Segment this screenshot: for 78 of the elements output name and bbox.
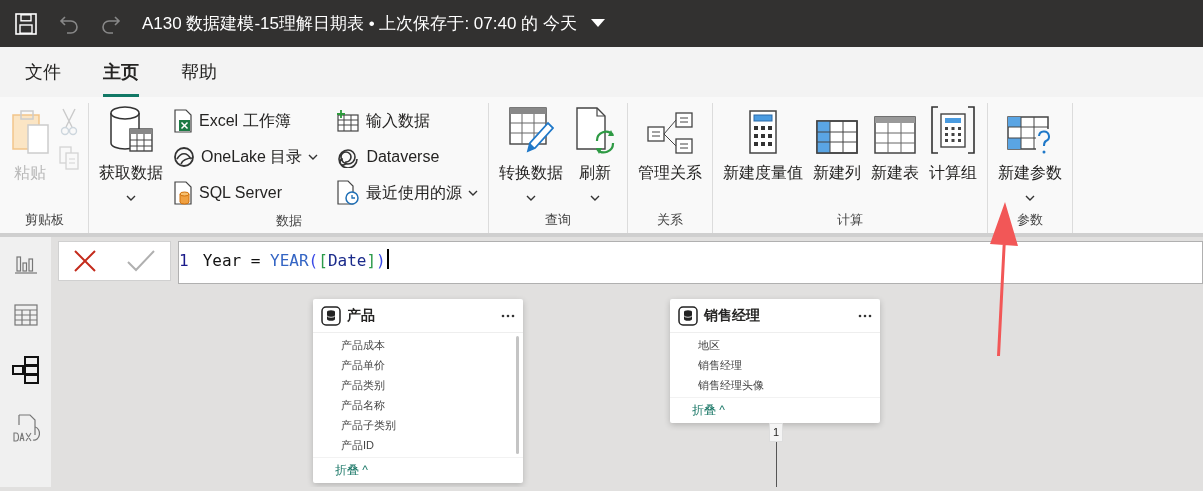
table-card[interactable]: 销售经理 地区 销售经理 销售经理头像 折叠 ^ <box>670 299 880 423</box>
group-label: 查询 <box>544 210 573 229</box>
menu-tab[interactable]: 文件 <box>25 59 61 97</box>
cardinality-label: 1 <box>769 423 784 442</box>
formula-input[interactable]: 1 Year = YEAR([Date]) <box>178 241 1203 284</box>
ribbon-button[interactable]: OneLake 目录 <box>171 139 321 175</box>
group-label: 计算 <box>836 210 865 229</box>
group-label: 剪贴板 <box>23 210 65 229</box>
more-icon[interactable] <box>858 313 872 318</box>
field-name[interactable]: 产品成本 <box>313 335 523 355</box>
table-icon[interactable] <box>12 303 39 327</box>
relationship-icon <box>646 111 695 155</box>
chevron-down-icon <box>526 195 537 201</box>
table-icon <box>678 305 698 326</box>
ribbon-button[interactable]: 新建表 <box>869 103 922 187</box>
database-icon <box>108 105 154 155</box>
group-label: 关系 <box>656 210 685 229</box>
dropdown-icon[interactable] <box>590 19 605 28</box>
save-icon[interactable] <box>14 11 38 36</box>
chevron-down-icon <box>468 190 479 196</box>
collapse-link[interactable]: 折叠 ^ <box>692 403 725 417</box>
ribbon-button[interactable]: 转换数据 <box>497 103 566 203</box>
lake-icon <box>173 146 195 168</box>
chevron-down-icon <box>1025 195 1036 201</box>
copy-icon <box>58 145 80 171</box>
group-label: 数据 <box>274 212 303 230</box>
model-icon[interactable] <box>10 355 41 385</box>
table-icon <box>321 305 341 326</box>
check-icon[interactable] <box>125 249 156 273</box>
more-icon[interactable] <box>501 313 515 318</box>
table-card[interactable]: 产品 产品成本 产品单价 产品类别 产品名称 产品子类别 产品ID 折叠 ^ <box>313 299 523 483</box>
scroll-bar[interactable] <box>516 336 519 454</box>
clipboard-icon <box>10 107 50 155</box>
ribbon-button[interactable]: 计算组 <box>927 103 980 187</box>
field-name[interactable]: 地区 <box>670 335 880 355</box>
formula-text: Year = YEAR([Date]) <box>202 250 386 272</box>
field-name[interactable]: 产品名称 <box>313 395 523 415</box>
table-name: 销售经理 <box>704 306 761 325</box>
new-column-icon <box>815 119 860 155</box>
ribbon-button[interactable]: 新建度量值 <box>721 103 806 187</box>
ribbon-button[interactable]: Dataverse <box>334 139 481 175</box>
chevron-down-icon <box>308 154 319 160</box>
ribbon-button[interactable]: 刷新 <box>571 103 620 203</box>
chevron-down-icon <box>126 195 136 201</box>
chevron-down-icon <box>590 195 601 201</box>
text-cursor <box>386 249 389 269</box>
field-name[interactable]: 销售经理 <box>670 355 880 375</box>
line-number: 1 <box>179 250 189 272</box>
ribbon-button[interactable]: 获取数据 <box>97 103 165 203</box>
excel-file-icon <box>173 109 193 133</box>
ribbon-button[interactable]: 最近使用的源 <box>334 175 481 211</box>
add-table-icon <box>336 110 361 132</box>
document-title: A130 数据建模-15理解日期表 • 上次保存于: 07:40 的 今天 <box>142 12 577 35</box>
swirl-icon <box>336 146 361 168</box>
recent-file-icon <box>336 180 361 206</box>
ribbon-button[interactable]: 新建参数 <box>996 103 1065 203</box>
menu-tab[interactable]: 帮助 <box>181 59 217 97</box>
ribbon-button[interactable]: 管理关系 <box>636 103 705 187</box>
ribbon-button[interactable]: 输入数据 <box>334 103 481 139</box>
table-icon <box>873 115 918 155</box>
table-edit-icon <box>508 105 555 155</box>
ribbon-button[interactable]: Excel 工作簿 <box>171 103 321 139</box>
close-icon[interactable] <box>73 249 98 273</box>
scissors-icon <box>59 107 79 137</box>
group-label: 参数 <box>1016 210 1045 229</box>
bracketed-calculator-icon <box>930 105 977 155</box>
field-name[interactable]: 产品ID <box>313 435 523 455</box>
database-file-icon <box>173 181 193 205</box>
dax-file-icon[interactable] <box>10 413 41 443</box>
collapse-link[interactable]: 折叠 ^ <box>335 463 368 477</box>
field-name[interactable]: 销售经理头像 <box>670 375 880 395</box>
field-name[interactable]: 产品子类别 <box>313 415 523 435</box>
ribbon-button[interactable]: 新建列 <box>811 103 864 187</box>
field-name[interactable]: 产品单价 <box>313 355 523 375</box>
calculator-icon <box>748 109 779 155</box>
table-name: 产品 <box>347 306 376 325</box>
ribbon-button[interactable]: SQL Server <box>171 175 321 211</box>
field-name[interactable]: 产品类别 <box>313 375 523 395</box>
